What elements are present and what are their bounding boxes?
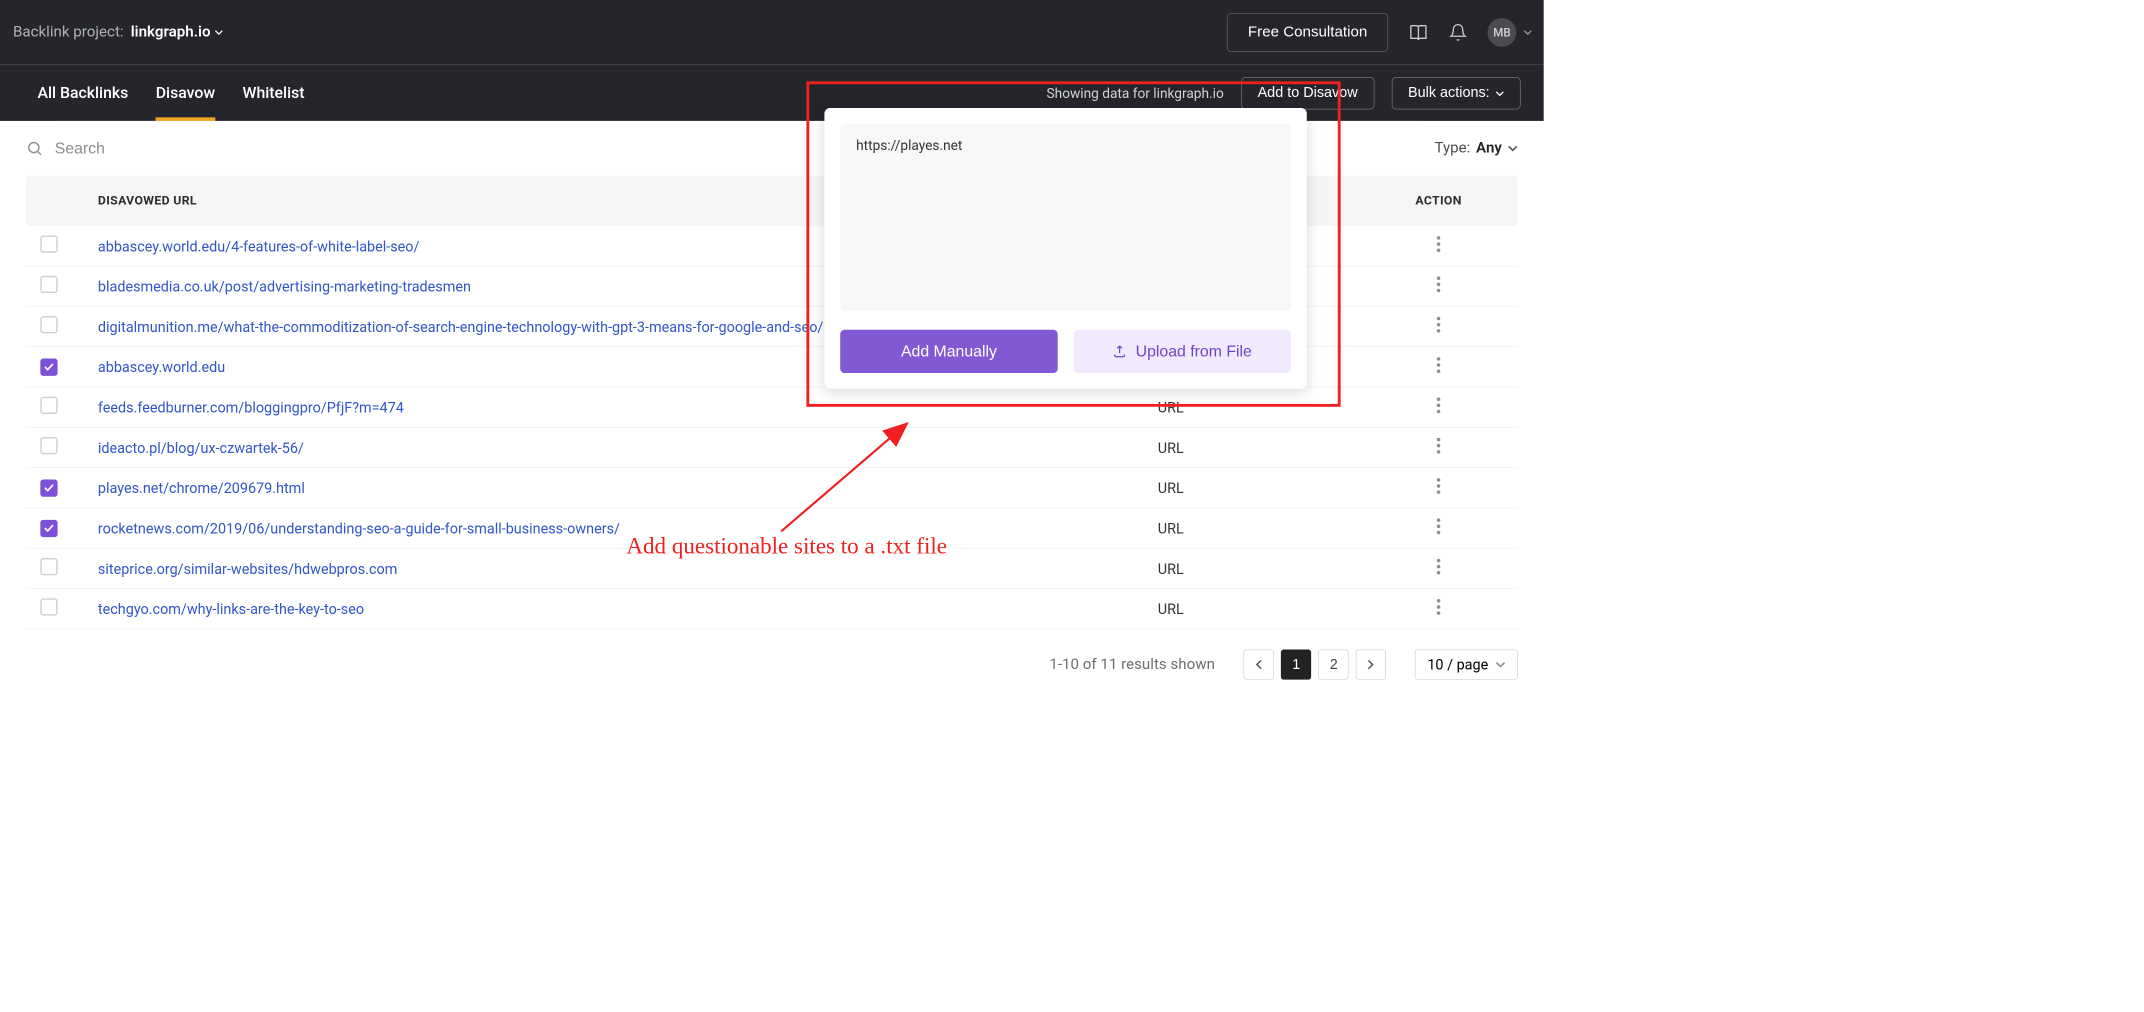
col-header-action: Action xyxy=(1374,194,1504,208)
type-filter[interactable]: Type: Any xyxy=(1434,140,1517,157)
disavowed-url-link[interactable]: abbascey.world.edu xyxy=(98,358,225,375)
table-row: techgyo.com/why-links-are-the-key-to-seo… xyxy=(26,589,1518,629)
pager-next-button[interactable] xyxy=(1356,649,1386,679)
type-filter-label: Type: xyxy=(1434,140,1470,157)
annotation-text: Add questionable sites to a .txt file xyxy=(626,533,947,560)
tab-all-backlinks[interactable]: All Backlinks xyxy=(37,67,128,120)
row-checkbox[interactable] xyxy=(40,558,57,575)
row-checkbox[interactable] xyxy=(40,397,57,414)
search-icon xyxy=(26,140,43,157)
project-label: Backlink project: xyxy=(13,24,124,41)
row-checkbox[interactable] xyxy=(40,276,57,293)
row-actions-kebab-icon[interactable] xyxy=(1436,397,1440,416)
per-page-select[interactable]: 10 / page xyxy=(1415,649,1518,679)
row-checkbox[interactable] xyxy=(40,316,57,333)
caret-down-icon xyxy=(215,24,224,41)
free-consultation-button[interactable]: Free Consultation xyxy=(1227,13,1388,52)
row-checkbox[interactable] xyxy=(40,598,57,615)
upload-from-file-button[interactable]: Upload from File xyxy=(1074,330,1291,373)
showing-data-label: Showing data for linkgraph.io xyxy=(1047,85,1224,102)
row-actions-kebab-icon[interactable] xyxy=(1436,317,1440,336)
row-checkbox[interactable] xyxy=(40,235,57,252)
table-footer: 1-10 of 11 results shown 1 2 10 / page xyxy=(0,629,1544,679)
avatar-initials: MB xyxy=(1493,26,1510,40)
content-area: Add Manually Upload from File Type: Any … xyxy=(0,121,1544,629)
disavowed-url-link[interactable]: techgyo.com/why-links-are-the-key-to-seo xyxy=(98,600,364,617)
disavowed-url-link[interactable]: siteprice.org/similar-websites/hdwebpros… xyxy=(98,560,397,577)
table-row: feeds.feedburner.com/bloggingpro/PfjF?m=… xyxy=(26,387,1518,427)
row-actions-kebab-icon[interactable] xyxy=(1436,599,1440,618)
row-actions-kebab-icon[interactable] xyxy=(1436,276,1440,295)
row-type: URL xyxy=(1158,479,1374,496)
caret-down-icon xyxy=(1495,89,1504,98)
chevron-left-icon xyxy=(1254,660,1264,670)
add-to-disavow-button[interactable]: Add to Disavow xyxy=(1241,77,1374,109)
upload-from-file-label: Upload from File xyxy=(1136,342,1252,361)
disavowed-url-link[interactable]: bladesmedia.co.uk/post/advertising-marke… xyxy=(98,278,471,295)
row-checkbox[interactable] xyxy=(40,519,57,536)
row-checkbox[interactable] xyxy=(40,437,57,454)
table-row: playes.net/chrome/209679.html URL xyxy=(26,468,1518,508)
tab-disavow[interactable]: Disavow xyxy=(156,67,215,120)
disavowed-url-link[interactable]: abbascey.world.edu/4-features-of-white-l… xyxy=(98,237,420,254)
row-actions-kebab-icon[interactable] xyxy=(1436,357,1440,376)
avatar: MB xyxy=(1488,18,1517,47)
row-actions-kebab-icon[interactable] xyxy=(1436,236,1440,255)
pager-page-2[interactable]: 2 xyxy=(1319,649,1349,679)
caret-down-icon xyxy=(1495,660,1505,670)
disavowed-url-link[interactable]: playes.net/chrome/209679.html xyxy=(98,479,305,496)
row-actions-kebab-icon[interactable] xyxy=(1436,518,1440,537)
table-row: ideacto.pl/blog/ux-czwartek-56/URL xyxy=(26,428,1518,468)
tabs-row: All Backlinks Disavow Whitelist Showing … xyxy=(0,65,1544,121)
row-actions-kebab-icon[interactable] xyxy=(1436,559,1440,578)
row-type: URL xyxy=(1158,519,1374,536)
row-checkbox[interactable] xyxy=(40,479,57,496)
bulk-actions-label: Bulk actions: xyxy=(1408,85,1490,102)
user-menu[interactable]: MB xyxy=(1488,18,1533,47)
disavowed-url-link[interactable]: rocketnews.com/2019/06/understanding-seo… xyxy=(98,519,620,536)
caret-down-icon xyxy=(1524,28,1533,37)
chevron-right-icon xyxy=(1366,660,1376,670)
type-filter-value: Any xyxy=(1476,140,1502,157)
row-checkbox[interactable] xyxy=(40,358,57,375)
per-page-label: 10 / page xyxy=(1427,656,1488,673)
row-actions-kebab-icon[interactable] xyxy=(1436,478,1440,497)
row-actions-kebab-icon[interactable] xyxy=(1436,438,1440,457)
results-shown: 1-10 of 11 results shown xyxy=(1049,656,1215,673)
disavowed-url-link[interactable]: ideacto.pl/blog/ux-czwartek-56/ xyxy=(98,439,304,456)
row-type: URL xyxy=(1158,399,1374,416)
tab-whitelist[interactable]: Whitelist xyxy=(242,67,304,120)
row-type: URL xyxy=(1158,560,1374,577)
add-disavow-popover: Add Manually Upload from File xyxy=(824,108,1306,389)
bell-icon[interactable] xyxy=(1449,23,1468,42)
disavowed-url-link[interactable]: feeds.feedburner.com/bloggingpro/PfjF?m=… xyxy=(98,399,404,416)
upload-icon xyxy=(1113,344,1127,358)
pager: 1 2 xyxy=(1244,649,1387,679)
project-selector[interactable]: Backlink project: linkgraph.io xyxy=(13,24,224,41)
pager-prev-button[interactable] xyxy=(1244,649,1274,679)
disavow-url-textarea[interactable] xyxy=(840,124,1291,311)
add-manually-button[interactable]: Add Manually xyxy=(840,330,1057,373)
pager-page-1[interactable]: 1 xyxy=(1281,649,1311,679)
topbar: Backlink project: linkgraph.io Free Cons… xyxy=(0,0,1544,65)
row-type: URL xyxy=(1158,600,1374,617)
project-name: linkgraph.io xyxy=(131,24,211,41)
row-type: URL xyxy=(1158,439,1374,456)
book-icon[interactable] xyxy=(1408,22,1428,42)
bulk-actions-button[interactable]: Bulk actions: xyxy=(1391,77,1520,109)
caret-down-icon xyxy=(1508,143,1518,153)
disavowed-url-link[interactable]: digitalmunition.me/what-the-commoditizat… xyxy=(98,318,823,335)
